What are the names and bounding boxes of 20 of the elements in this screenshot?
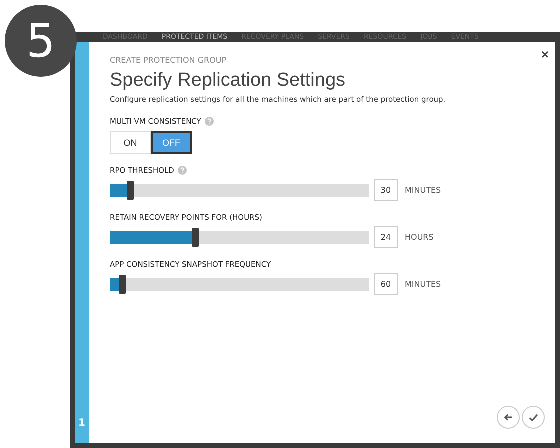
toggle-option[interactable]: ON	[110, 131, 151, 154]
unit-label: HOURS	[405, 232, 434, 242]
checkmark-icon	[528, 412, 539, 423]
slider-thumb[interactable]	[119, 274, 126, 294]
back-arrow-icon	[503, 412, 514, 423]
value-field[interactable]: 24	[374, 226, 398, 248]
breadcrumb: CREATE PROTECTION GROUP	[110, 56, 228, 65]
value-field[interactable]: 30	[374, 179, 398, 201]
slider-thumb[interactable]	[192, 228, 199, 246]
toggle-option[interactable]: OFF	[151, 131, 192, 154]
dialog-title: Specify Replication Settings	[110, 70, 347, 92]
slider-thumb[interactable]	[127, 180, 134, 200]
unit-label: MINUTES	[405, 280, 442, 288]
back-button[interactable]	[497, 406, 520, 429]
step-badge: 5	[5, 5, 77, 77]
unit-label: MINUTES	[405, 186, 442, 194]
value-field[interactable]: 60	[374, 273, 398, 295]
step-number: 1	[78, 418, 86, 429]
close-button[interactable]: ×	[541, 48, 549, 61]
finish-button[interactable]	[522, 406, 545, 429]
